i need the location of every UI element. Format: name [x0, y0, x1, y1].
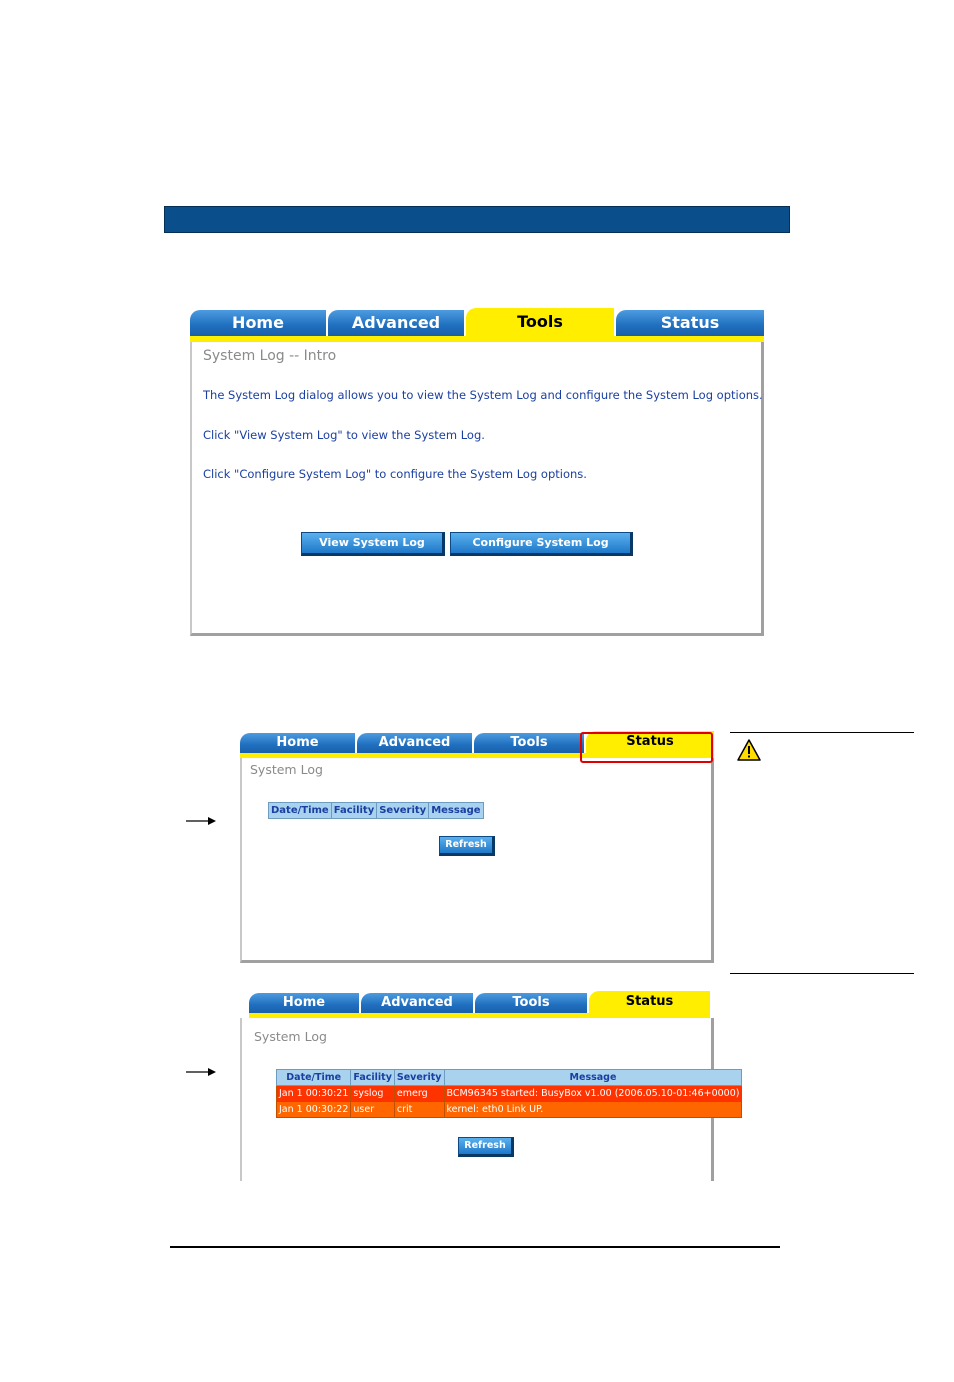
intro-paragraph-1: The System Log dialog allows you to view…: [203, 388, 763, 402]
cell-datetime: Jan 1 00:30:21: [275, 1085, 352, 1102]
tab-advanced[interactable]: Advanced: [357, 733, 472, 753]
tab-advanced-label: Advanced: [351, 313, 441, 332]
table-row: Jan 1 00:30:22 user crit kernel: eth0 Li…: [275, 1101, 743, 1118]
tab-status-label: Status: [625, 994, 674, 1009]
view-system-log-button[interactable]: View System Log: [301, 532, 445, 556]
tab-advanced-label: Advanced: [378, 735, 451, 750]
log-empty-body: [240, 758, 714, 963]
intro-body: [190, 342, 764, 636]
log-filled-panel: Home Advanced Tools Status System Log Da…: [240, 991, 743, 1181]
tab-tools[interactable]: Tools: [466, 308, 614, 336]
column-header: Date/Time: [268, 802, 332, 819]
tab-advanced-label: Advanced: [381, 995, 453, 1010]
tab-advanced[interactable]: Advanced: [361, 993, 473, 1013]
tab-tools-label: Tools: [510, 735, 548, 750]
tab-status[interactable]: Status: [616, 310, 764, 336]
column-header: Severity: [376, 802, 430, 819]
page-title: System Log: [250, 762, 323, 777]
log-empty-panel: Home Advanced Tools Status System Log Da…: [240, 731, 714, 963]
table-header-row: Date/Time Facility Severity Message: [268, 802, 484, 819]
footer-rule: [170, 1246, 780, 1248]
column-header: Message: [428, 802, 484, 819]
cell-facility: syslog: [350, 1085, 395, 1102]
intro-tab-bar: Home Advanced Tools Status: [190, 308, 764, 336]
tab-home[interactable]: Home: [249, 993, 359, 1013]
intro-panel: Home Advanced Tools Status System Log --…: [190, 308, 764, 636]
note-bottom-rule: [730, 973, 914, 974]
column-header: Message: [443, 1069, 743, 1086]
status-tab-highlight: [580, 732, 713, 763]
table-header-row: Date/Time Facility Severity Message: [275, 1069, 743, 1086]
tab-tools-label: Tools: [517, 312, 563, 331]
column-header: Facility: [350, 1069, 395, 1086]
cell-severity: emerg: [393, 1085, 445, 1102]
tab-status-label: Status: [660, 313, 720, 332]
tab-tools[interactable]: Tools: [475, 993, 587, 1013]
tab-tools-label: Tools: [512, 995, 550, 1010]
warning-icon: [737, 739, 761, 761]
note-top-rule: [730, 732, 914, 733]
tab-home[interactable]: Home: [240, 733, 355, 753]
log-table: Date/Time Facility Severity Message Jan …: [275, 1069, 743, 1118]
column-header: Facility: [330, 802, 378, 819]
page-title: System Log: [254, 1029, 327, 1044]
tab-home[interactable]: Home: [190, 310, 326, 336]
cell-message: kernel: eth0 Link UP.: [443, 1101, 743, 1118]
refresh-button[interactable]: Refresh: [458, 1137, 514, 1157]
arrow-right-icon: [186, 817, 216, 825]
section-title-bar: [164, 206, 790, 233]
column-header: Date/Time: [275, 1069, 352, 1086]
configure-system-log-button[interactable]: Configure System Log: [450, 532, 633, 556]
tab-home-label: Home: [282, 995, 326, 1010]
tab-home-label: Home: [276, 735, 319, 750]
tab-advanced[interactable]: Advanced: [328, 310, 464, 336]
log-filled-tab-bar: Home Advanced Tools Status: [249, 991, 710, 1013]
tab-status[interactable]: Status: [589, 991, 710, 1013]
cell-datetime: Jan 1 00:30:22: [275, 1101, 352, 1118]
cell-message: BCM96345 started: BusyBox v1.00 (2006.05…: [443, 1085, 743, 1102]
tab-tools[interactable]: Tools: [474, 733, 584, 753]
tab-home-label: Home: [232, 313, 284, 332]
table-row: Jan 1 00:30:21 syslog emerg BCM96345 sta…: [275, 1085, 743, 1102]
refresh-button[interactable]: Refresh: [439, 836, 495, 856]
arrow-right-icon: [186, 1068, 216, 1076]
cell-facility: user: [350, 1101, 395, 1118]
page-title: System Log -- Intro: [203, 348, 337, 364]
intro-paragraph-3: Click "Configure System Log" to configur…: [203, 467, 587, 481]
log-table: Date/Time Facility Severity Message: [268, 802, 484, 819]
column-header: Severity: [393, 1069, 445, 1086]
cell-severity: crit: [393, 1101, 445, 1118]
intro-paragraph-2: Click "View System Log" to view the Syst…: [203, 428, 485, 442]
